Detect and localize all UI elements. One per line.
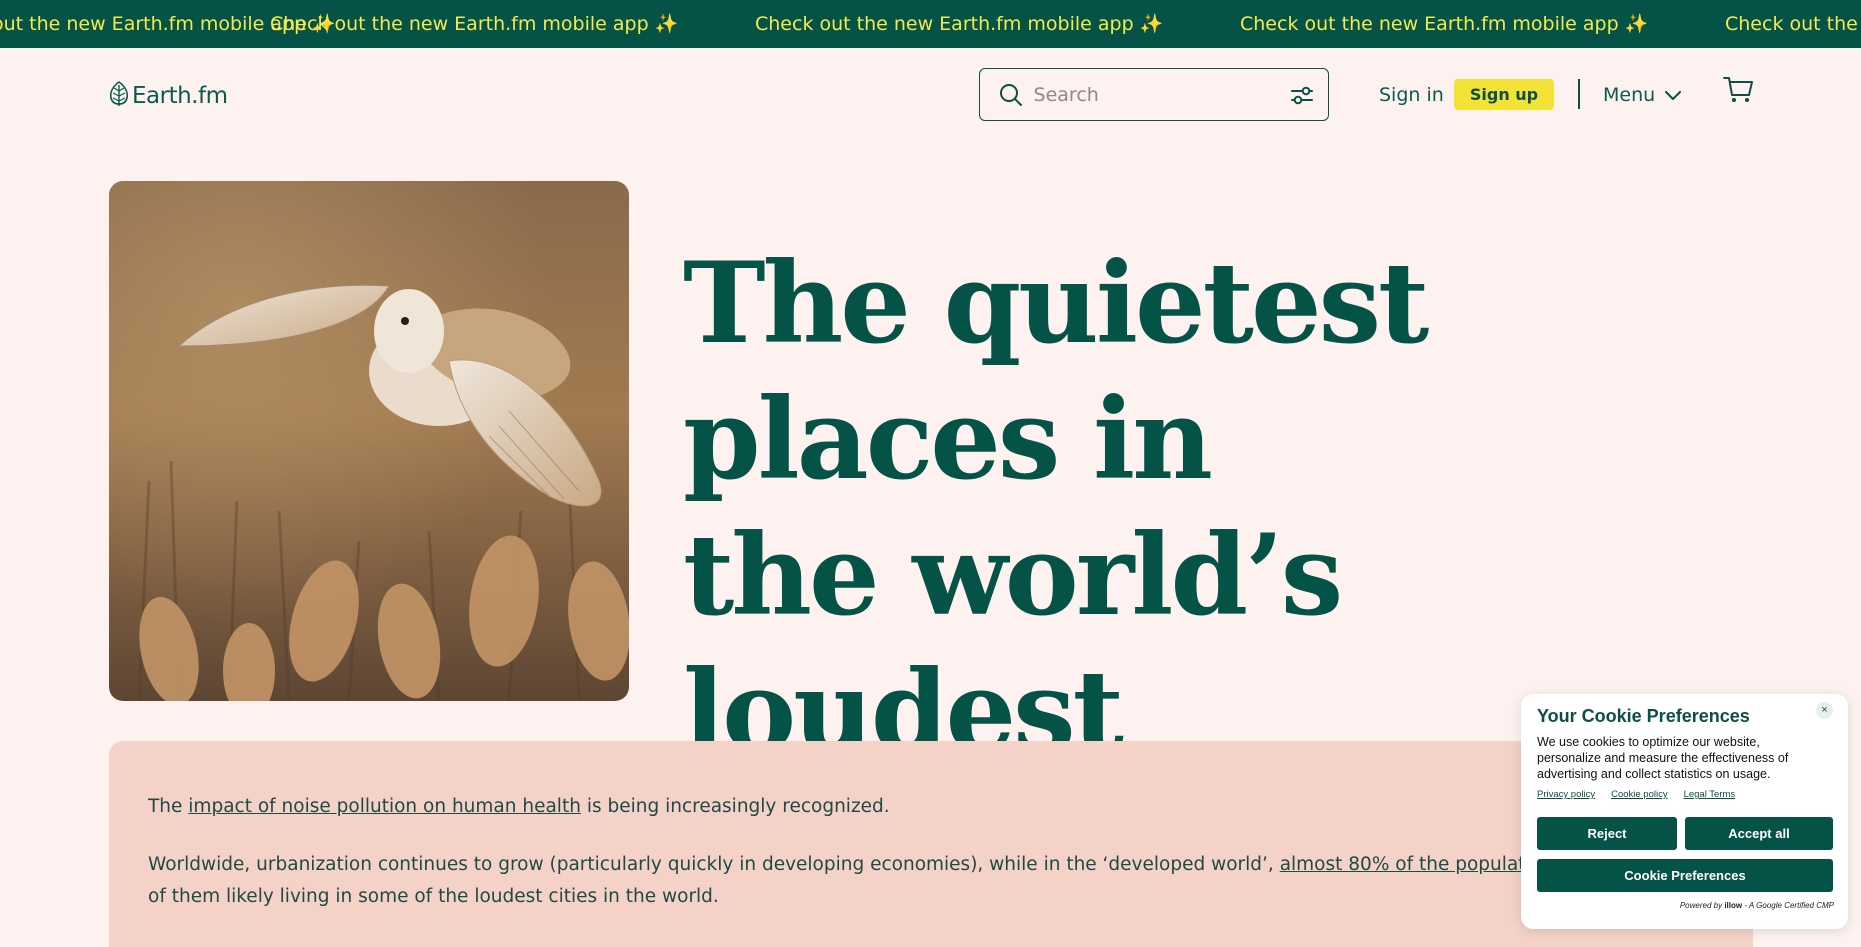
logo-text: Earth.fm bbox=[132, 83, 228, 109]
site-logo[interactable]: Earth.fm bbox=[108, 80, 228, 112]
ticker-item[interactable]: Check out the new Earth.fm mobile app ✨ bbox=[270, 0, 678, 48]
announcement-ticker[interactable]: out the new Earth.fm mobile app ✨ Check … bbox=[0, 0, 1861, 48]
cookie-preferences-button[interactable]: Cookie Preferences bbox=[1537, 859, 1833, 892]
privacy-policy-link[interactable]: Privacy policy bbox=[1537, 789, 1595, 800]
accept-all-button[interactable]: Accept all bbox=[1685, 817, 1833, 850]
noise-pollution-link[interactable]: impact of noise pollution on human healt… bbox=[188, 796, 581, 817]
legal-terms-link[interactable]: Legal Terms bbox=[1684, 789, 1736, 800]
menu-label: Menu bbox=[1603, 84, 1656, 106]
ticker-item[interactable]: Check out the new Earth.fm mobile app ✨ bbox=[1240, 0, 1648, 48]
cart-icon[interactable] bbox=[1723, 76, 1753, 108]
paragraph-text: The bbox=[148, 796, 189, 817]
filter-sliders-icon[interactable] bbox=[1277, 84, 1328, 106]
paragraph-text: Worldwide, urbanization continues to gro… bbox=[148, 854, 1280, 875]
search-bar[interactable] bbox=[979, 68, 1329, 121]
header-divider bbox=[1578, 79, 1580, 109]
content-panel bbox=[109, 741, 1753, 947]
reject-button[interactable]: Reject bbox=[1537, 817, 1677, 850]
sign-in-link[interactable]: Sign in bbox=[1379, 80, 1444, 110]
ticker-item[interactable]: Check out the new Earth.fm mobile app ✨ bbox=[1725, 0, 1861, 48]
menu-button[interactable]: Menu bbox=[1603, 80, 1682, 110]
intro-paragraph: The impact of noise pollution on human h… bbox=[148, 791, 890, 823]
powered-by-text: Powered by bbox=[1679, 901, 1723, 910]
cookie-title: Your Cookie Preferences bbox=[1537, 706, 1750, 726]
search-icon bbox=[988, 83, 1034, 107]
cookie-description: We use cookies to optimize our website, … bbox=[1537, 735, 1789, 781]
cookie-links: Privacy policy Cookie policy Legal Terms bbox=[1537, 789, 1735, 800]
hero-title-line: The quietest places in bbox=[683, 239, 1429, 505]
hero-owl-image bbox=[109, 181, 629, 701]
cookie-consent-dialog: Your Cookie Preferences × We use cookies… bbox=[1521, 694, 1848, 929]
ticker-item[interactable]: Check out the new Earth.fm mobile app ✨ bbox=[755, 0, 1163, 48]
powered-by-suffix: - A Google Certified CMP bbox=[1744, 901, 1834, 910]
illow-brand: illow bbox=[1724, 901, 1743, 910]
close-icon[interactable]: × bbox=[1816, 702, 1833, 719]
powered-by-note: Powered by illow - A Google Certified CM… bbox=[1680, 901, 1834, 910]
sign-up-button[interactable]: Sign up bbox=[1454, 79, 1554, 110]
urbanization-paragraph: Worldwide, urbanization continues to gro… bbox=[148, 849, 1690, 881]
urbanization-paragraph-line2: of them likely living in some of the lou… bbox=[148, 886, 719, 907]
search-input[interactable] bbox=[1033, 69, 1277, 120]
paragraph-text: is being increasingly recognized. bbox=[580, 796, 890, 817]
cookie-policy-link[interactable]: Cookie policy bbox=[1611, 789, 1668, 800]
chevron-down-icon bbox=[1665, 84, 1682, 106]
leaf-logo-icon bbox=[108, 81, 130, 111]
